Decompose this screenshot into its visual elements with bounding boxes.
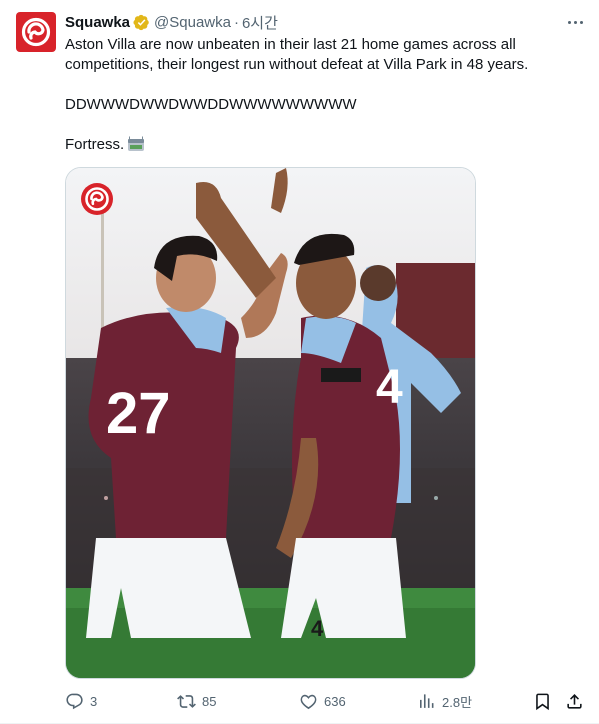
bookmark-icon: [536, 693, 549, 710]
tweet-text: Aston Villa are now unbeaten in their la…: [65, 35, 580, 158]
repost-count: 85: [202, 693, 217, 709]
heart-icon: [300, 694, 317, 709]
tweet-text-line: Aston Villa are now unbeaten in their la…: [65, 36, 529, 73]
share-button[interactable]: [565, 690, 584, 712]
author-handle[interactable]: @Squawka: [154, 14, 231, 31]
reply-button[interactable]: 3: [65, 690, 97, 712]
views-button[interactable]: 2.8만: [417, 690, 472, 712]
like-count: 636: [324, 693, 346, 709]
verified-badge-icon[interactable]: [133, 14, 150, 31]
views-count: 2.8만: [442, 694, 473, 710]
tweet-actions: 3 85 636 2.8만: [65, 690, 585, 712]
reply-count: 3: [90, 693, 98, 709]
more-options-icon[interactable]: [565, 12, 585, 32]
svg-text:4: 4: [311, 616, 324, 641]
celebration-photo: 27 4 4: [66, 168, 475, 678]
like-button[interactable]: 636: [299, 690, 346, 712]
separator-dot: ·: [233, 13, 239, 31]
author-name[interactable]: Squawka: [65, 14, 130, 31]
tweet-card[interactable]: Squawka @Squawka · 6시간 Aston Villa are n…: [0, 0, 599, 724]
svg-text:4: 4: [376, 361, 403, 414]
share-icon: [567, 693, 582, 709]
squawka-logo-icon: [21, 17, 51, 47]
repost-icon: [177, 694, 196, 708]
tweet-text-line: DDWWWDWWDWWDDWWWWWWWWW: [65, 96, 357, 113]
tweet-text-line: Fortress.: [65, 135, 580, 158]
fortress-text: Fortress.: [65, 136, 125, 153]
views-chart-icon: [420, 693, 434, 708]
svg-text:27: 27: [106, 381, 171, 446]
repost-button[interactable]: 85: [177, 690, 216, 712]
reply-icon: [66, 693, 83, 709]
stadium-emoji-icon: [127, 136, 145, 158]
tweet-time[interactable]: 6시간: [242, 12, 278, 33]
bookmark-button[interactable]: [533, 690, 552, 712]
tweet-photo[interactable]: 27 4 4: [65, 167, 476, 679]
tweet-header: Squawka @Squawka · 6시간: [65, 12, 278, 32]
squawka-avatar[interactable]: [16, 12, 56, 52]
